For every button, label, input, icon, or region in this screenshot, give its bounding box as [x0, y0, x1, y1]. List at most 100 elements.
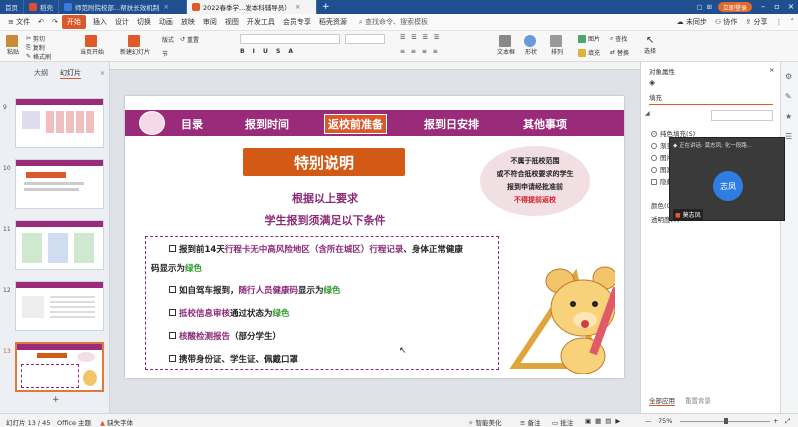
select-button[interactable]: ↖ 选择: [644, 35, 656, 55]
paragraph-buttons[interactable]: ☰ ☰ ☰ ☰: [400, 34, 441, 41]
nav-other: 其他事项: [523, 118, 567, 131]
font-style-buttons[interactable]: B I U S A: [240, 48, 296, 55]
menu-file[interactable]: ≡ 文件: [4, 17, 34, 27]
slide-thumbnail-12[interactable]: [15, 281, 104, 331]
close-icon[interactable]: ×: [163, 3, 169, 11]
speaking-indicator: ◆ 正在讲话: 莫志凤; 化一段路...: [673, 143, 752, 149]
share-button[interactable]: ⇪ 分享: [741, 17, 771, 27]
new-tab-button[interactable]: +: [317, 0, 335, 14]
format-painter-button[interactable]: ✎ 格式刷: [26, 52, 51, 61]
replace-button[interactable]: ⇄ 替换: [610, 48, 629, 57]
side-toolbar: ⚙ ✎ ★ ☰: [780, 62, 798, 413]
apply-all-button[interactable]: 全部应用: [649, 395, 675, 406]
slide-number: 11: [3, 226, 11, 233]
properties-icon[interactable]: ⚙: [785, 72, 792, 81]
reset-button[interactable]: ↺ 重置: [180, 35, 199, 44]
more-icon[interactable]: ⋮: [772, 18, 787, 26]
alignment-buttons[interactable]: ≡ ≡ ≡ ≡: [400, 48, 440, 55]
checkbox-icon: [169, 245, 176, 252]
menu-review[interactable]: 审阅: [199, 17, 221, 27]
tab-doc-2[interactable]: 2022春季学...发本科辅导员） ×: [187, 0, 317, 14]
command-search[interactable]: ⌕ 查找命令、搜索模板: [359, 17, 428, 27]
picture-button[interactable]: 图片: [578, 34, 600, 43]
menu-slideshow[interactable]: 放映: [177, 17, 199, 27]
font-name-select[interactable]: [240, 34, 340, 44]
find-button[interactable]: ⌕ 查找: [610, 34, 627, 44]
fill-style-select[interactable]: [711, 110, 773, 121]
cut-button[interactable]: ✂ 剪切: [26, 34, 45, 43]
undo-icon[interactable]: ↶: [34, 18, 48, 26]
animation-icon[interactable]: ★: [785, 112, 792, 121]
shape-button[interactable]: 形状: [524, 35, 538, 56]
condition-4: 核酸检测报告（部分学生）: [169, 330, 281, 342]
tab-home[interactable]: 首页: [0, 0, 24, 14]
notes-button[interactable]: ≡ 备注: [520, 417, 541, 427]
play-icon: [85, 35, 97, 47]
tab-outline[interactable]: 大纲: [34, 68, 48, 78]
play-from-current-button[interactable]: 当页开始: [80, 35, 104, 56]
tab-docer[interactable]: 稻壳: [24, 0, 59, 14]
layout-icon[interactable]: ▢: [694, 0, 704, 14]
settings-icon[interactable]: ☰: [785, 132, 792, 141]
view-mode-buttons[interactable]: ▣▦▤▶: [585, 417, 624, 425]
layout-button[interactable]: 版式: [162, 35, 174, 44]
condition-3: 抵校信息审核通过状态为绿色: [169, 307, 290, 319]
slide-thumbnail-11[interactable]: [15, 220, 104, 270]
fill-tab[interactable]: 填充: [649, 92, 773, 105]
menu-animation[interactable]: 动画: [155, 17, 177, 27]
slide[interactable]: 目录 报到时间 返校前准备 报到日安排 其他事项 特别说明 根据以上要求 学生报…: [125, 96, 624, 378]
zoom-slider-thumb[interactable]: [724, 418, 728, 424]
menu-transition[interactable]: 切换: [133, 17, 155, 27]
close-window-icon[interactable]: ×: [784, 0, 798, 14]
menu-insert[interactable]: 插入: [89, 17, 111, 27]
menu-docer-res[interactable]: 稻壳资源: [315, 17, 351, 27]
new-slide-button[interactable]: 新建幻灯片: [120, 35, 150, 56]
arrange-button[interactable]: 排列: [550, 35, 564, 56]
font-size-select[interactable]: [345, 34, 385, 44]
sync-status[interactable]: ☁ 未同步: [673, 17, 711, 27]
fit-window-icon[interactable]: ⤢: [785, 417, 790, 426]
comments-button[interactable]: ▭ 批注: [552, 417, 573, 427]
collapse-ribbon-icon[interactable]: ˄: [787, 18, 798, 26]
warning-icon: ▲: [100, 419, 105, 427]
close-panel-icon[interactable]: ×: [769, 66, 774, 74]
slide-thumbnail-10[interactable]: [15, 159, 104, 209]
fill-icon[interactable]: ◈: [649, 78, 655, 87]
minimize-icon[interactable]: –: [756, 0, 770, 14]
menu-design[interactable]: 设计: [111, 17, 133, 27]
add-slide-icon[interactable]: +: [52, 395, 60, 405]
smart-beautify-button[interactable]: ✧ 智能美化: [468, 417, 502, 427]
menu-start[interactable]: 开始: [61, 15, 86, 29]
menu-member[interactable]: 会员专享: [279, 17, 315, 27]
video-call-overlay[interactable]: ◆ 正在讲话: 莫志凤; 化一段路... 志凤 ■ 莫志凤: [669, 137, 785, 221]
missing-font-indicator[interactable]: ▲ 缺失字体: [100, 417, 133, 427]
menu-developer[interactable]: 开发工具: [243, 17, 279, 27]
close-icon[interactable]: ×: [295, 3, 301, 11]
menu-view[interactable]: 视图: [221, 17, 243, 27]
close-panel-icon[interactable]: ×: [100, 70, 105, 77]
section-button[interactable]: 节: [162, 49, 168, 58]
copy-button[interactable]: ⎘ 复制: [26, 43, 45, 53]
slide-thumbnail-9[interactable]: [15, 98, 104, 148]
apps-icon[interactable]: ⊞: [705, 0, 714, 14]
paste-button[interactable]: 粘贴: [6, 35, 20, 56]
tab-doc-1[interactable]: 师范附院校部...帮扶长效机制 ×: [59, 0, 187, 14]
collab-button[interactable]: ⚇ 协作: [711, 17, 742, 27]
zoom-out-button[interactable]: —: [645, 417, 652, 425]
condition-1-cont: 码显示为绿色: [151, 264, 203, 274]
zoom-in-button[interactable]: +: [773, 417, 778, 425]
login-button[interactable]: 立即登录: [717, 2, 752, 12]
subhead-2: 学生报到须满足以下条件: [264, 214, 386, 227]
tab-slides[interactable]: 幻灯片: [60, 68, 81, 79]
expand-icon[interactable]: ◢: [645, 110, 650, 117]
maximize-icon[interactable]: ▫: [770, 0, 784, 14]
reset-background-button[interactable]: 重置背景: [685, 395, 711, 405]
redo-icon[interactable]: ↷: [48, 18, 62, 26]
slide-thumbnail-13[interactable]: [15, 342, 104, 392]
style-icon[interactable]: ✎: [785, 92, 792, 101]
theme-name: Office 主题: [57, 419, 92, 427]
fill-button[interactable]: 填充: [578, 48, 600, 57]
checkbox-icon: [169, 332, 176, 339]
checkbox-icon: [169, 309, 176, 316]
textbox-button[interactable]: 文本框: [497, 35, 515, 56]
